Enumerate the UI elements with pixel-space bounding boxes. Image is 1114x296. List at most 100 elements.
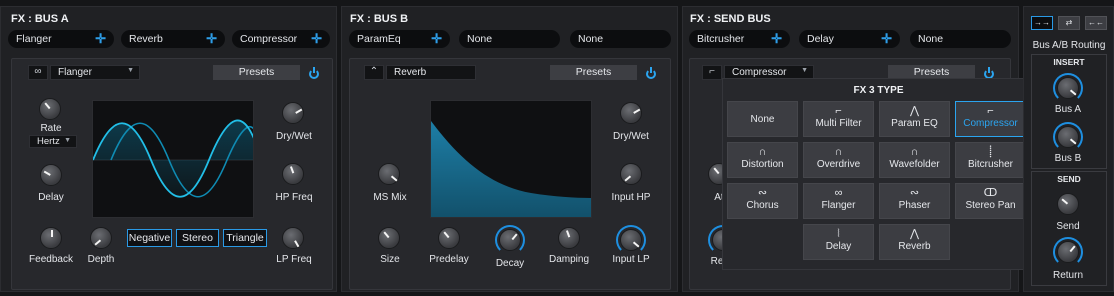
insert-title: INSERT (1053, 57, 1085, 67)
delay-knob[interactable] (40, 164, 62, 186)
bus-b-slot-2[interactable]: None (459, 30, 560, 48)
fx-type-reverb[interactable]: ⋀ Reverb (879, 224, 950, 260)
move-icon[interactable]: ✛ (431, 32, 442, 45)
decay-graphic (431, 121, 591, 217)
feedback-knob[interactable] (40, 227, 62, 249)
fx-type-param-eq[interactable]: ⋀ Param EQ (879, 101, 950, 137)
fx-type-label: Distortion (741, 159, 784, 170)
move-icon[interactable]: ✛ (311, 32, 322, 45)
bus-a-drywet-label: Dry/Wet (276, 131, 312, 142)
routing-serial-button[interactable]: →→ (1031, 16, 1053, 30)
bus-b-power-icon[interactable] (646, 67, 656, 79)
compressor-icon: ⌐ (987, 105, 994, 117)
fx-type-label: Wavefolder (889, 159, 940, 170)
bus-b-drywet-knob[interactable] (620, 102, 642, 124)
send-level-knob[interactable] (1057, 193, 1079, 215)
bus-a-slot-2[interactable]: Reverb ✛ (121, 30, 225, 48)
fx-type-label: Overdrive (816, 159, 861, 170)
bus-b-effect-select[interactable]: Reverb (386, 65, 476, 80)
fx-type-distortion[interactable]: ∩ Distortion (727, 142, 798, 178)
send-slot-1[interactable]: Bitcrusher ✛ (689, 30, 790, 48)
bus-a-effect-select[interactable]: Flanger ▼ (50, 65, 140, 80)
fx-type-stereo-pan[interactable]: ↀ Stereo Pan (955, 183, 1026, 219)
send-slot-2[interactable]: Delay ✛ (799, 30, 900, 48)
insert-bus-a-knob[interactable] (1057, 77, 1079, 99)
move-icon[interactable]: ✛ (95, 32, 106, 45)
effect-name: Compressor (732, 67, 787, 78)
fx-type-multi-filter[interactable]: ⌐ Multi Filter (803, 101, 874, 137)
bus-b-presets-button[interactable]: Presets (550, 65, 637, 80)
fx-type-label: Stereo Pan (965, 200, 1016, 211)
fx-type-delay[interactable]: ⦚ Delay (803, 224, 874, 260)
delay-label: Delay (38, 192, 64, 203)
lp-freq-label: LP Freq (276, 254, 312, 265)
fx-type-label: None (750, 114, 775, 125)
move-icon[interactable]: ✛ (881, 32, 892, 45)
input-hp-knob[interactable] (620, 163, 642, 185)
bus-a-slot-3[interactable]: Compressor ✛ (232, 30, 330, 48)
fx-type-phaser[interactable]: ∾ Phaser (879, 183, 950, 219)
flanger-icon: ∞ (834, 187, 843, 199)
routing-reverse-button[interactable]: ←← (1085, 16, 1107, 30)
rate-unit-select[interactable]: Hertz ▼ (29, 135, 77, 148)
lp-freq-knob[interactable] (282, 227, 304, 249)
insert-bus-b-label: Bus B (1054, 153, 1082, 164)
return-label: Return (1052, 270, 1083, 281)
insert-bus-b-knob[interactable] (1057, 126, 1079, 148)
input-lp-knob[interactable] (620, 229, 642, 251)
fx-type-bitcrusher[interactable]: ⸽ Bitcrusher (955, 142, 1026, 178)
effect-name: Flanger (58, 67, 92, 78)
depth-knob[interactable] (90, 227, 112, 249)
slot-label: Reverb (129, 33, 163, 45)
damping-knob[interactable] (558, 227, 580, 249)
fx-type-chorus[interactable]: ∾ Chorus (727, 183, 798, 219)
bus-b-slot-3[interactable]: None (570, 30, 671, 48)
reverb-icon: ⌃ (364, 65, 384, 80)
overdrive-icon: ∩ (834, 146, 843, 158)
wavefolder-icon: ∩ (910, 146, 919, 158)
fx-type-label: Delay (825, 241, 852, 252)
fx-type-wavefolder[interactable]: ∩ Wavefolder (879, 142, 950, 178)
fx-type-overdrive[interactable]: ∩ Overdrive (803, 142, 874, 178)
triangle-toggle[interactable]: Triangle (223, 229, 267, 247)
bus-a-slot-1[interactable]: Flanger ✛ (8, 30, 114, 48)
send-title: SEND (1057, 174, 1081, 184)
fx-type-label: Reverb (898, 241, 931, 252)
bus-a-drywet-knob[interactable] (282, 102, 304, 124)
negative-toggle[interactable]: Negative (127, 229, 172, 247)
bus-a-title: FX : BUS A (11, 13, 69, 25)
decay-knob[interactable] (499, 229, 521, 251)
send-slot-3[interactable]: None (910, 30, 1011, 48)
bus-b-slot-1[interactable]: ParamEq ✛ (349, 30, 450, 48)
return-knob[interactable] (1057, 241, 1079, 263)
bus-a-presets-button[interactable]: Presets (213, 65, 300, 80)
hp-freq-knob[interactable] (282, 163, 304, 185)
size-knob[interactable] (378, 227, 400, 249)
damping-label: Damping (548, 254, 590, 265)
move-icon[interactable]: ✛ (206, 32, 217, 45)
flanger-waveform-display (92, 100, 254, 218)
fx-type-none[interactable]: None (727, 101, 798, 137)
stereo-toggle[interactable]: Stereo (176, 229, 219, 247)
hp-freq-label: HP Freq (275, 192, 313, 203)
fx-type-compressor[interactable]: ⌐ Compressor (955, 101, 1026, 137)
predelay-knob[interactable] (438, 227, 460, 249)
fx-type-label: Multi Filter (815, 118, 862, 129)
ms-mix-knob[interactable] (378, 163, 400, 185)
slot-label: Compressor (240, 33, 298, 45)
fx-type-flanger[interactable]: ∞ Flanger (803, 183, 874, 219)
bus-a-power-icon[interactable] (309, 67, 319, 79)
fx-type-label: Param EQ (891, 118, 938, 129)
fx-type-label: Phaser (898, 200, 931, 211)
slot-label: ParamEq (357, 33, 401, 45)
rate-knob[interactable] (39, 98, 61, 120)
ms-mix-label: MS Mix (373, 192, 407, 203)
input-hp-label: Input HP (611, 192, 651, 203)
chevron-down-icon: ▼ (64, 137, 71, 144)
move-icon[interactable]: ✛ (771, 32, 782, 45)
decay-label: Decay (495, 258, 525, 269)
slot-label: Delay (807, 33, 834, 45)
delay-icon: ⦚ (837, 228, 840, 240)
routing-swap-button[interactable]: ⇄ (1058, 16, 1080, 30)
size-label: Size (380, 254, 400, 265)
